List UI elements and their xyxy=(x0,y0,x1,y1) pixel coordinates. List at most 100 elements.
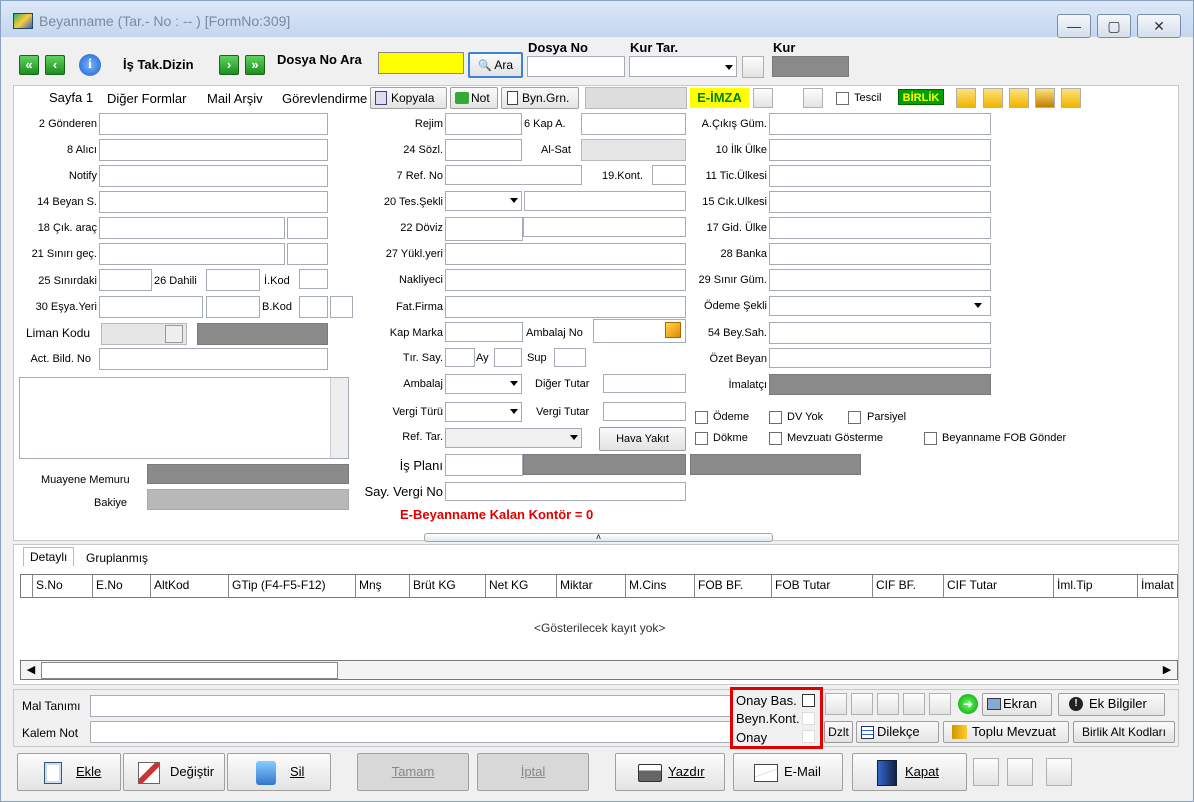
sup-field[interactable] xyxy=(554,348,586,367)
col-mns[interactable]: Mnş xyxy=(356,575,410,597)
dokme-checkbox[interactable] xyxy=(695,432,708,445)
is-plani-field[interactable] xyxy=(445,454,523,476)
col-iml-tip[interactable]: İml.Tip xyxy=(1054,575,1138,597)
fob-gonder-checkbox[interactable] xyxy=(924,432,937,445)
ilk-ulke-field[interactable] xyxy=(769,139,991,161)
beyan-s-field[interactable] xyxy=(99,191,328,213)
dv-yok-checkbox[interactable] xyxy=(769,411,782,424)
first-record-icon[interactable]: « xyxy=(19,55,39,75)
esya-yeri-code-field[interactable] xyxy=(206,296,260,318)
birlik-button[interactable]: BİRLİK xyxy=(898,89,944,105)
degistir-button[interactable]: Değiştir xyxy=(123,753,225,791)
ozet-beyan-field[interactable] xyxy=(769,348,991,368)
tab-select[interactable] xyxy=(585,87,687,109)
go-icon[interactable]: ➜ xyxy=(958,694,978,714)
cik-arac-field[interactable] xyxy=(99,217,285,239)
yazdir-button[interactable]: Yazdır xyxy=(615,753,725,791)
vergi-tutar-field[interactable] xyxy=(603,402,686,421)
ekle-button[interactable]: Ekle xyxy=(17,753,121,791)
b-kod-extra-field[interactable] xyxy=(330,296,353,318)
doviz-desc-field[interactable] xyxy=(523,217,686,237)
monitor-icon[interactable] xyxy=(753,88,773,108)
rejim-field[interactable] xyxy=(445,113,522,135)
byn-grn-button[interactable]: Byn.Grn. xyxy=(501,87,579,109)
tes-sekli-desc-field[interactable] xyxy=(524,191,686,211)
next-record-icon[interactable]: › xyxy=(219,55,239,75)
prev-record-icon[interactable]: ‹ xyxy=(45,55,65,75)
sinir-gec-code-field[interactable] xyxy=(287,243,328,265)
ref-tar-select[interactable] xyxy=(445,428,582,448)
edit-icon[interactable] xyxy=(665,322,681,338)
minimize-button[interactable]: — xyxy=(1057,14,1091,38)
odeme-checkbox[interactable] xyxy=(695,411,708,424)
diger-tutar-field[interactable] xyxy=(603,374,686,393)
col-eno[interactable]: E.No xyxy=(93,575,151,597)
parsiyel-checkbox[interactable] xyxy=(848,411,861,424)
horizontal-scrollbar[interactable]: ◀ ▶ xyxy=(20,660,1178,680)
tab-diger-formlar[interactable]: Diğer Formlar xyxy=(107,91,186,106)
col-fob-tutar[interactable]: FOB Tutar xyxy=(772,575,873,597)
vergi-turu-select[interactable] xyxy=(445,402,522,422)
kopyala-button[interactable]: Kopyala xyxy=(370,87,447,109)
folder-up-icon[interactable] xyxy=(983,88,1003,108)
kapat-button[interactable]: Kapat xyxy=(852,753,967,791)
report-icon[interactable] xyxy=(973,758,999,786)
tescil-checkbox[interactable] xyxy=(836,92,849,105)
ara-button[interactable]: 🔍 Ara xyxy=(468,52,523,78)
database-icon[interactable] xyxy=(877,693,899,715)
sinir-gum-field[interactable] xyxy=(769,269,991,291)
col-net-kg[interactable]: Net KG xyxy=(486,575,557,597)
excel-icon[interactable] xyxy=(929,693,951,715)
nakliyeci-field[interactable] xyxy=(445,269,686,291)
mevzuati-gosterme-checkbox[interactable] xyxy=(769,432,782,445)
mal-tanimi-field[interactable] xyxy=(90,695,731,717)
ref-no-field[interactable] xyxy=(445,165,582,185)
a-cikis-gum-field[interactable] xyxy=(769,113,991,135)
tab-detayli[interactable]: Detaylı xyxy=(23,547,75,566)
dzlt-button[interactable]: Dzlt xyxy=(824,721,853,743)
doviz-field[interactable] xyxy=(445,217,523,241)
ambalaj-no-field[interactable] xyxy=(593,319,686,343)
dahili-field[interactable] xyxy=(206,269,260,291)
sinirdaki-field[interactable] xyxy=(99,269,152,291)
kur-tar-select[interactable] xyxy=(629,56,737,77)
lookup-icon[interactable] xyxy=(165,325,183,343)
folder-next-icon[interactable] xyxy=(1009,88,1029,108)
panel-splitter[interactable]: ˄ xyxy=(424,533,773,542)
email-button[interactable]: E-Mail xyxy=(733,753,843,791)
help-book-icon[interactable] xyxy=(1046,758,1072,786)
sil-button[interactable]: Sil xyxy=(227,753,331,791)
list-icon[interactable] xyxy=(851,693,873,715)
info-icon[interactable]: i xyxy=(79,54,101,76)
onay-checkbox[interactable] xyxy=(802,730,815,743)
birlik-alt-kodlari-button[interactable]: Birlik Alt Kodları xyxy=(1073,721,1175,743)
fat-firma-field[interactable] xyxy=(445,296,686,318)
tab-mail-arsiv[interactable]: Mail Arşiv xyxy=(207,91,263,106)
yukl-yeri-field[interactable] xyxy=(445,243,686,265)
beyn-kont-checkbox[interactable] xyxy=(802,712,815,725)
notify-field[interactable] xyxy=(99,165,328,187)
gonderen-field[interactable] xyxy=(99,113,328,135)
kap-a-field[interactable] xyxy=(581,113,686,135)
scrollbar[interactable] xyxy=(330,378,348,458)
odeme-sekli-select[interactable] xyxy=(769,296,991,316)
tir-say-field[interactable] xyxy=(445,348,475,367)
tes-sekli-select[interactable] xyxy=(445,191,522,211)
folder-icon[interactable] xyxy=(1061,88,1081,108)
folder-tools-icon[interactable] xyxy=(1035,88,1055,108)
col-sno[interactable]: S.No xyxy=(33,575,93,597)
col-altkod[interactable]: AltKod xyxy=(151,575,229,597)
toplu-mevzuat-button[interactable]: Toplu Mevzuat xyxy=(943,721,1069,743)
e-imza-button[interactable]: E-İMZA xyxy=(690,88,749,108)
ay-field[interactable] xyxy=(494,348,522,367)
maximize-button[interactable]: ▢ xyxy=(1097,14,1131,38)
report-edit-icon[interactable] xyxy=(1007,758,1033,786)
cik-ulkesi-field[interactable] xyxy=(769,191,991,213)
folder-open-icon[interactable] xyxy=(956,88,976,108)
dosya-no-search-input[interactable] xyxy=(378,52,464,74)
col-gtip[interactable]: GTip (F4-F5-F12) xyxy=(229,575,356,597)
esya-yeri-field[interactable] xyxy=(99,296,203,318)
ek-bilgiler-button[interactable]: ! Ek Bilgiler xyxy=(1058,693,1165,716)
dilekce-button[interactable]: Dilekçe xyxy=(856,721,939,743)
col-cif-bf[interactable]: CIF BF. xyxy=(873,575,944,597)
